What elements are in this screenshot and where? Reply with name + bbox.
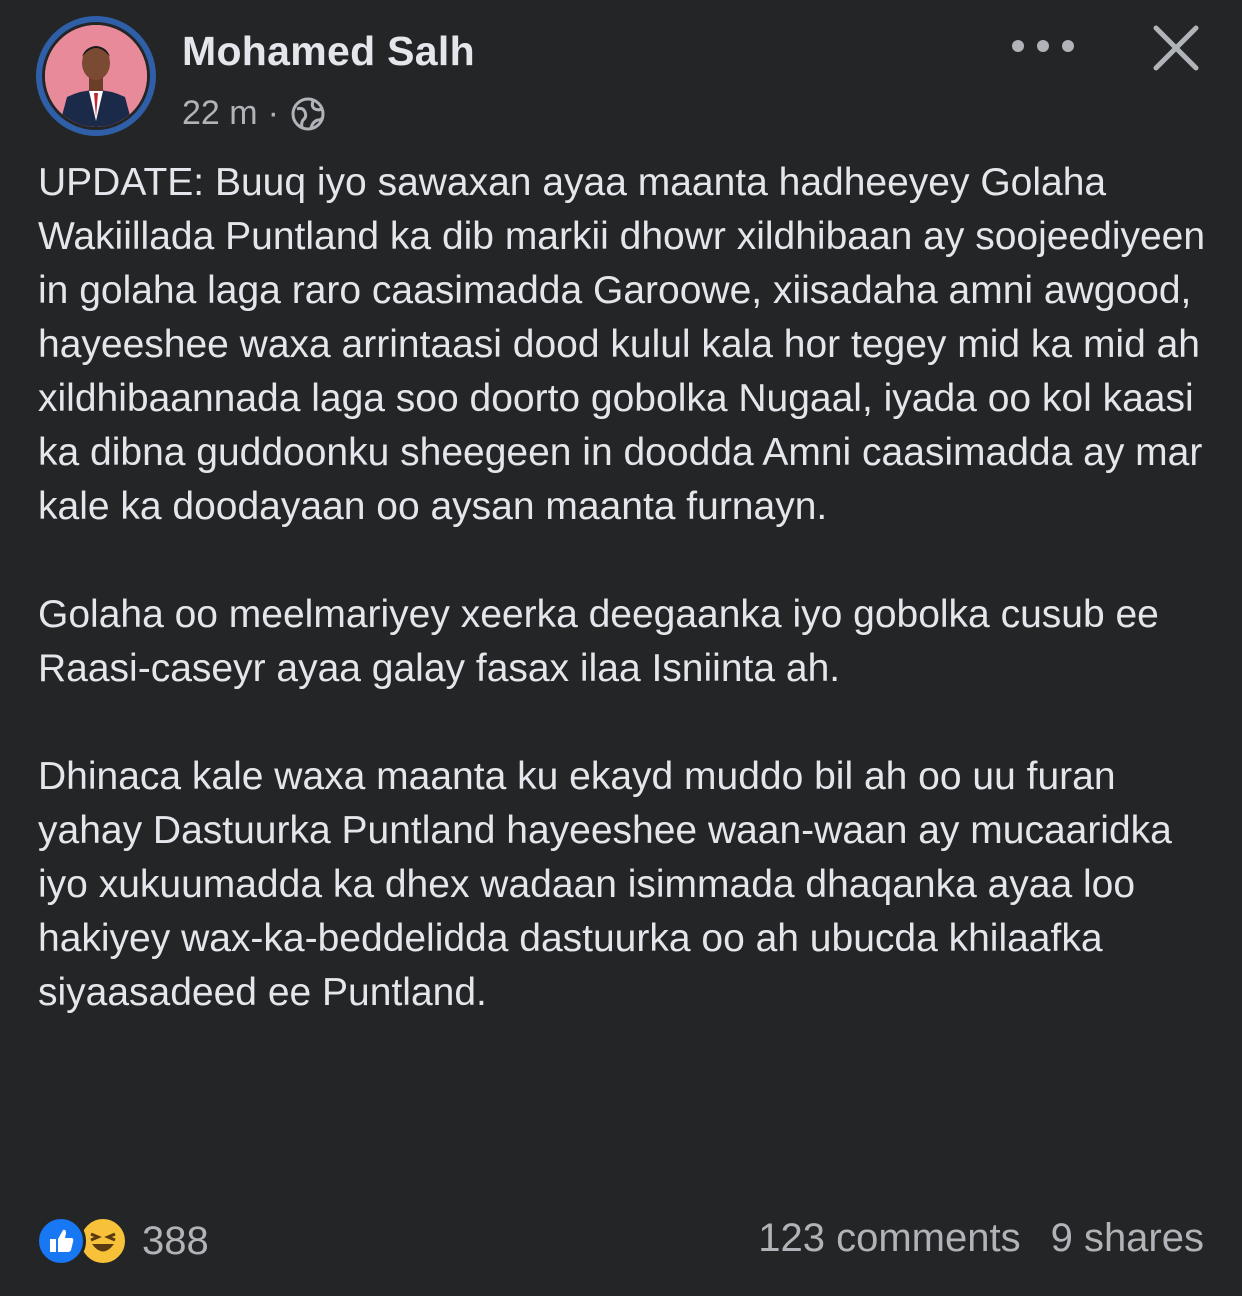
post-time[interactable]: 22 m bbox=[182, 94, 258, 133]
post-paragraph: Dhinaca kale waxa maanta ku ekayd muddo … bbox=[38, 755, 1172, 1014]
post-paragraph: UPDATE: Buuq iyo sawaxan ayaa maanta had… bbox=[38, 161, 1206, 528]
more-dot bbox=[1062, 40, 1074, 52]
like-icon bbox=[36, 1216, 86, 1266]
reaction-count: 388 bbox=[142, 1218, 209, 1263]
more-options-icon[interactable] bbox=[1012, 30, 1074, 62]
more-dot bbox=[1037, 40, 1049, 52]
close-icon[interactable] bbox=[1150, 22, 1202, 74]
globe-icon[interactable] bbox=[289, 95, 327, 133]
shares-link[interactable]: 9 shares bbox=[1051, 1216, 1204, 1261]
reactions-summary[interactable]: 388 bbox=[36, 1216, 209, 1266]
avatar-photo bbox=[42, 22, 150, 130]
more-dot bbox=[1012, 40, 1024, 52]
meta-separator: · bbox=[267, 94, 279, 132]
comments-link[interactable]: 123 comments bbox=[758, 1216, 1020, 1261]
author-name[interactable]: Mohamed Salh bbox=[182, 28, 475, 75]
engagement-counts: 123 comments 9 shares bbox=[758, 1216, 1204, 1261]
post-header: Mohamed Salh 22 m · bbox=[0, 0, 1242, 150]
avatar[interactable] bbox=[36, 16, 156, 136]
post-paragraph: Golaha oo meelmariyey xeerka deegaanka i… bbox=[38, 593, 1159, 690]
post-text: UPDATE: Buuq iyo sawaxan ayaa maanta had… bbox=[38, 156, 1218, 1074]
post-footer: 388 123 comments 9 shares bbox=[0, 1206, 1242, 1276]
post-meta: 22 m · bbox=[182, 94, 327, 133]
